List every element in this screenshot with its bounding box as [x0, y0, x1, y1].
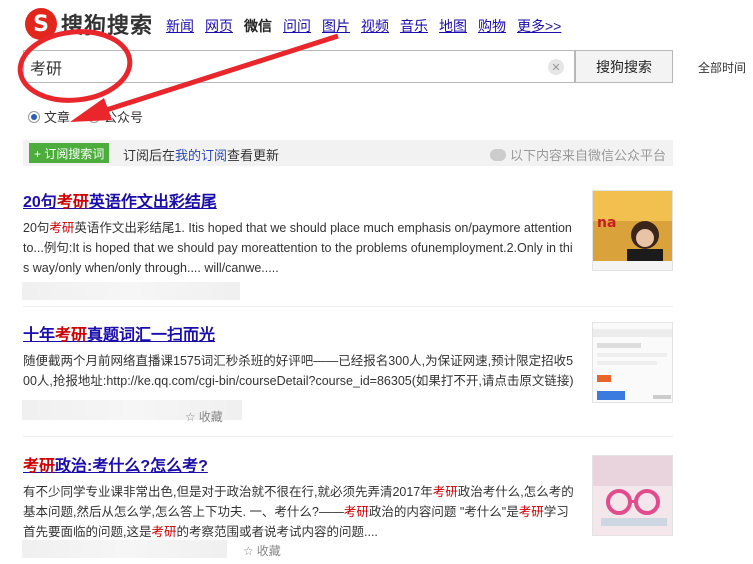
keyword-highlight: 考研	[55, 327, 88, 344]
result-item: 20句考研英语作文出彩结尾 20句考研英语作文出彩结尾1. Itis hoped…	[23, 188, 673, 278]
nav-more[interactable]: 更多>>	[517, 16, 561, 36]
result-title-keyword: 十年考研	[23, 327, 88, 344]
radio-selected-icon	[28, 110, 40, 123]
thumbnail-course-page-image	[593, 323, 672, 402]
result-snippet: 有不少同学专业课非常出色,但是对于政治就不很在行,就必须先弄清2017年考研政治…	[23, 485, 574, 539]
result-title-rest: 英语作文出彩结尾	[88, 194, 217, 211]
time-filter-dropdown[interactable]: 全部时间	[698, 59, 746, 76]
nav-shopping[interactable]: 购物	[478, 16, 506, 36]
favorite-button[interactable]: ☆ 收藏	[185, 408, 223, 425]
radio-accounts-label: 公众号	[104, 110, 144, 125]
subscribe-hint-before: 订阅后在	[123, 148, 176, 163]
top-nav: 新闻 网页 微信 问问 图片 视频 音乐 地图 购物 更多>>	[166, 16, 561, 36]
result-title-rest: 真题词汇一扫而光	[87, 327, 216, 344]
result-title-link[interactable]: 20句考研英语作文出彩结尾	[23, 188, 673, 212]
result-meta-blurred	[22, 540, 227, 558]
nav-news[interactable]: 新闻	[166, 16, 194, 36]
wechat-icon	[489, 148, 506, 161]
keyword-highlight: 考研	[343, 505, 369, 519]
wechat-source-text: 以下内容来自微信公众平台	[509, 148, 666, 163]
search-input[interactable]	[24, 51, 544, 82]
thumbnail-woman-image: na	[593, 191, 672, 270]
radio-accounts[interactable]: 公众号	[88, 107, 143, 126]
result-meta-blurred	[22, 282, 240, 300]
result-thumbnail[interactable]: na	[592, 190, 673, 271]
sogou-logo[interactable]: S 搜狗搜索	[25, 8, 153, 40]
result-thumbnail[interactable]	[592, 455, 673, 536]
result-divider	[23, 436, 673, 437]
keyword-highlight: 考研	[518, 505, 544, 519]
result-snippet: 20句考研英语作文出彩结尾1. Itis hoped that we shoul…	[23, 221, 573, 275]
search-button[interactable]: 搜狗搜索	[575, 50, 673, 83]
keyword-highlight: 考研	[151, 525, 177, 539]
nav-map[interactable]: 地图	[439, 16, 467, 36]
result-item: 考研政治:考什么?怎么考? 有不少同学专业课非常出色,但是对于政治就不很在行,就…	[23, 452, 673, 542]
nav-wenwen[interactable]: 问问	[283, 16, 311, 36]
wechat-source-note: 以下内容来自微信公众平台	[489, 145, 666, 164]
result-item: 十年考研真题词汇一扫而光 随便截两个月前网络直播课1575词汇秒杀班的好评吧——…	[23, 321, 673, 411]
nav-music[interactable]: 音乐	[400, 16, 428, 36]
star-icon: ☆	[243, 543, 254, 558]
result-divider	[23, 306, 673, 307]
subscribe-hint: 订阅后在我的订阅查看更新	[123, 145, 279, 164]
svg-text:na: na	[597, 215, 616, 231]
nav-web[interactable]: 网页	[205, 16, 233, 36]
keyword-highlight: 考研	[432, 485, 458, 499]
result-title-link[interactable]: 考研政治:考什么?怎么考?	[23, 452, 673, 476]
radio-articles-label: 文章	[44, 110, 71, 125]
clear-icon[interactable]: ✕	[548, 59, 564, 75]
subscribe-hint-after: 查看更新	[227, 148, 280, 163]
result-thumbnail[interactable]	[592, 322, 673, 403]
nav-weixin[interactable]: 微信	[244, 16, 272, 36]
subscribe-button[interactable]: + 订阅搜索词	[29, 143, 110, 163]
favorite-button[interactable]: ☆ 收藏	[243, 542, 281, 559]
result-title-link[interactable]: 十年考研真题词汇一扫而光	[23, 321, 673, 345]
radio-unselected-icon	[88, 110, 101, 123]
result-type-filter: 文章 公众号	[28, 107, 143, 126]
search-box: ✕	[23, 50, 575, 83]
keyword-highlight: 考研	[56, 194, 89, 211]
keyword-highlight: 考研	[49, 221, 75, 235]
nav-video[interactable]: 视频	[361, 16, 389, 36]
nav-images[interactable]: 图片	[322, 16, 350, 36]
subscribe-bar: + 订阅搜索词 订阅后在我的订阅查看更新 以下内容来自微信公众平台	[23, 140, 673, 166]
result-title-keyword: 20句考研	[23, 194, 89, 211]
radio-articles[interactable]: 文章	[28, 107, 70, 126]
favorite-label: 收藏	[256, 544, 281, 558]
my-subscriptions-link[interactable]: 我的订阅	[175, 148, 227, 163]
star-icon: ☆	[185, 409, 196, 424]
favorite-label: 收藏	[198, 410, 223, 424]
thumbnail-glasses-image	[593, 456, 672, 535]
logo-text: 搜狗搜索	[61, 14, 154, 39]
result-title-rest: 政治:考什么?怎么考?	[55, 458, 208, 475]
result-title-keyword: 考研	[23, 458, 55, 475]
sogou-logo-icon: S	[25, 8, 57, 40]
keyword-highlight: 考研	[23, 458, 56, 475]
